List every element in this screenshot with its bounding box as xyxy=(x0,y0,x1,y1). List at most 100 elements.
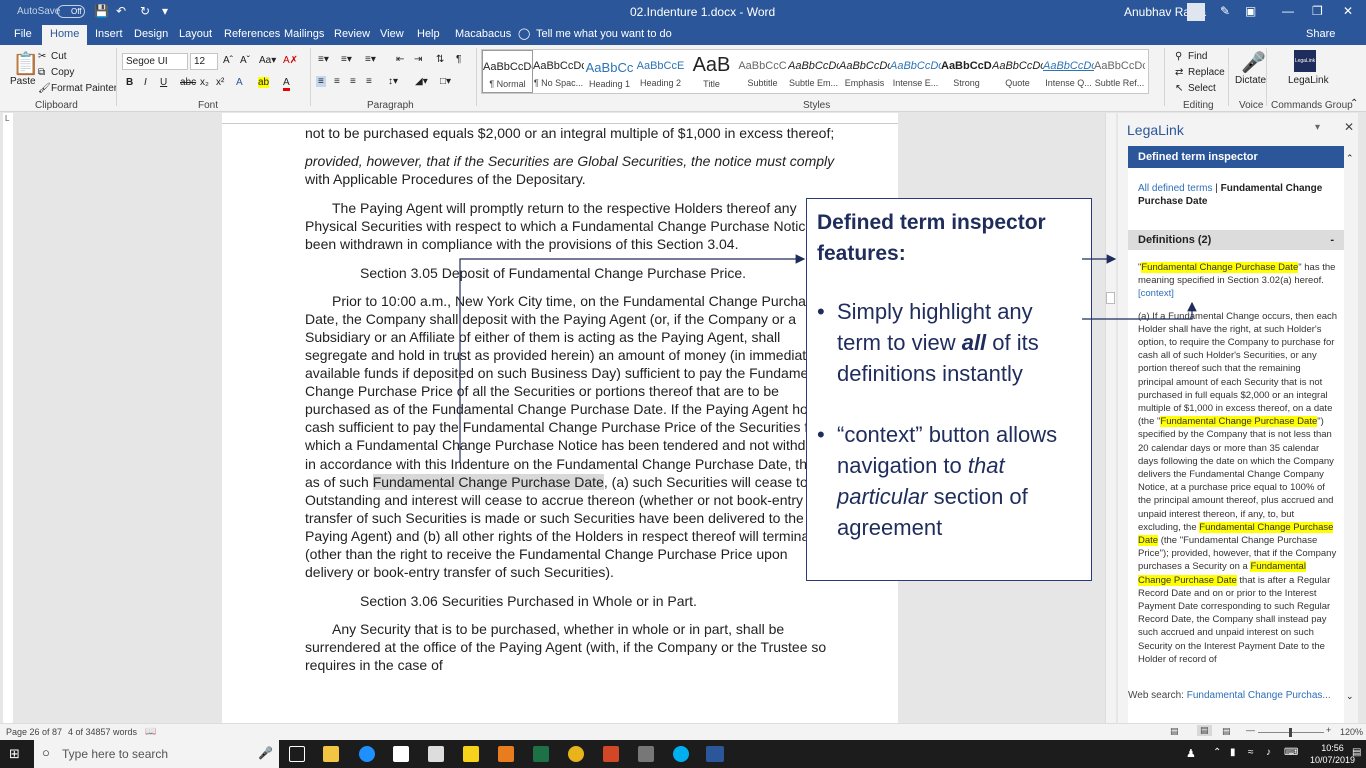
tray-chevron-icon[interactable]: ⌃ xyxy=(1213,747,1221,758)
style-title[interactable]: AaB Title xyxy=(686,50,737,93)
pen-icon[interactable]: ✎ xyxy=(1220,4,1230,18)
sort-icon[interactable]: ⇅ xyxy=(436,54,444,65)
zoom-out-icon[interactable]: — xyxy=(1246,725,1255,735)
pane-options-icon[interactable]: ▾ xyxy=(1315,122,1320,133)
style-strong[interactable]: AaBbCcDcStrong xyxy=(941,50,992,93)
collapse-icon[interactable]: - xyxy=(1330,234,1334,246)
clock[interactable]: 10:56 10/07/2019 xyxy=(1310,742,1355,766)
customize-qat-icon[interactable]: ▾ xyxy=(162,4,168,18)
tab-mailings[interactable]: Mailings xyxy=(284,28,324,40)
font-name-box[interactable]: Segoe UI xyxy=(122,53,188,70)
share-button[interactable]: Share xyxy=(1306,28,1335,40)
style-subtle-emphasis[interactable]: AaBbCcDc Subtle Em... xyxy=(788,50,839,93)
proofing-icon[interactable]: 📖 xyxy=(145,726,156,737)
tell-me-box[interactable]: Tell me what you want to do xyxy=(536,28,672,40)
copy-icon[interactable]: ⧉ xyxy=(38,67,45,78)
subscript-icon[interactable]: x₂ xyxy=(200,77,209,88)
align-right-icon[interactable]: ≡ xyxy=(350,76,356,87)
replace-button[interactable]: Replace xyxy=(1188,67,1225,78)
tab-macabacus[interactable]: Macabacus xyxy=(455,28,511,40)
notifications-icon[interactable]: ▤ xyxy=(1352,747,1361,758)
font-color-icon[interactable]: A xyxy=(283,77,290,91)
paste-button[interactable]: Paste xyxy=(10,76,36,87)
bold-icon[interactable]: B xyxy=(126,77,133,88)
italic-icon[interactable]: I xyxy=(144,77,147,88)
legalink-button[interactable]: LegaLink xyxy=(1288,75,1329,86)
all-defined-terms-link[interactable]: All defined terms xyxy=(1138,183,1212,194)
change-case-icon[interactable]: Aa▾ xyxy=(259,55,276,66)
zoom-in-icon[interactable]: + xyxy=(1326,725,1331,735)
superscript-icon[interactable]: x² xyxy=(216,77,224,88)
style-emphasis[interactable]: AaBbCcDc Emphasis xyxy=(839,50,890,93)
read-mode-icon[interactable]: ▤ xyxy=(1170,726,1179,737)
style-subtitle[interactable]: AaBbCcC Subtitle xyxy=(737,50,788,93)
wifi-icon[interactable]: ≈ xyxy=(1248,747,1254,758)
app-icon[interactable] xyxy=(638,746,654,762)
horizontal-ruler[interactable] xyxy=(222,113,898,124)
collapse-ribbon-icon[interactable]: ⌃ xyxy=(1350,98,1358,109)
replace-icon[interactable]: ⇄ xyxy=(1175,67,1183,78)
ribbon-display-icon[interactable]: ▣ xyxy=(1245,4,1256,18)
style-no-spacing[interactable]: AaBbCcDc ¶ No Spac... xyxy=(533,50,584,93)
copy-button[interactable]: Copy xyxy=(51,67,74,78)
definitions-header[interactable]: Definitions (2) - xyxy=(1128,230,1344,250)
web-layout-icon[interactable]: ▤ xyxy=(1222,726,1231,737)
print-layout-icon[interactable]: ▤ xyxy=(1197,725,1212,736)
close-button[interactable]: ✕ xyxy=(1343,4,1353,18)
format-painter-icon[interactable]: 🖌 xyxy=(38,83,51,94)
grow-font-icon[interactable]: Aˆ xyxy=(223,55,233,66)
legalink-logo-icon[interactable]: LegaLink xyxy=(1294,50,1316,72)
style-intense-quote[interactable]: AaBbCcDc Intense Q... xyxy=(1043,50,1094,93)
highlight-color-icon[interactable]: ab xyxy=(258,77,270,88)
people-icon[interactable]: ♟ xyxy=(1186,747,1196,760)
word-count[interactable]: 4 of 34857 words xyxy=(68,727,137,737)
word-icon[interactable] xyxy=(706,746,724,762)
undo-icon[interactable]: ↶ xyxy=(116,4,126,18)
style-heading-2[interactable]: AaBbCcE Heading 2 xyxy=(635,50,686,93)
document-page[interactable]: not to be purchased equals $2,000 or an … xyxy=(222,124,898,724)
tab-review[interactable]: Review xyxy=(334,28,370,40)
text-effects-icon[interactable]: A xyxy=(236,77,243,88)
language-icon[interactable]: ⌨ xyxy=(1284,747,1298,758)
volume-icon[interactable]: ♪ xyxy=(1266,747,1271,758)
justify-icon[interactable]: ≡ xyxy=(366,76,372,87)
tab-file[interactable]: File xyxy=(14,28,32,40)
decrease-indent-icon[interactable]: ⇤ xyxy=(396,54,404,65)
format-painter-button[interactable]: Format Painter xyxy=(51,83,117,94)
bullets-icon[interactable]: ≡▾ xyxy=(318,54,329,65)
align-left-icon[interactable]: ≡ xyxy=(316,76,326,87)
pane-scroll-up-icon[interactable]: ⌃ xyxy=(1346,153,1354,164)
zoom-slider-thumb[interactable] xyxy=(1289,728,1292,737)
tab-design[interactable]: Design xyxy=(134,28,168,40)
style-normal[interactable]: AaBbCcDc ¶ Normal xyxy=(482,50,533,93)
dictate-button[interactable]: Dictate xyxy=(1235,75,1266,86)
cut-icon[interactable]: ✂ xyxy=(38,51,46,62)
shrink-font-icon[interactable]: Aˇ xyxy=(240,55,250,66)
app-icon[interactable] xyxy=(498,746,514,762)
vertical-ruler[interactable] xyxy=(3,113,13,723)
tab-home[interactable]: Home xyxy=(42,25,88,45)
context-link[interactable]: [context] xyxy=(1138,288,1174,299)
show-marks-icon[interactable]: ¶ xyxy=(456,54,461,65)
align-center-icon[interactable]: ≡ xyxy=(334,76,340,87)
mail-icon[interactable] xyxy=(428,746,444,762)
scrollbar-thumb[interactable] xyxy=(1106,292,1115,304)
tab-layout[interactable]: Layout xyxy=(179,28,212,40)
style-subtle-reference[interactable]: AaBbCcDc Subtle Ref... xyxy=(1094,50,1145,93)
shading-icon[interactable]: ◢▾ xyxy=(415,76,428,87)
style-intense-emphasis[interactable]: AaBbCcDc Intense E... xyxy=(890,50,941,93)
battery-icon[interactable]: ▮ xyxy=(1230,747,1236,758)
restore-button[interactable]: ❐ xyxy=(1312,4,1323,18)
borders-icon[interactable]: □▾ xyxy=(440,76,451,87)
select-button[interactable]: Select xyxy=(1188,83,1216,94)
line-spacing-icon[interactable]: ↕▾ xyxy=(388,76,398,87)
powerpoint-icon[interactable] xyxy=(603,746,619,762)
file-explorer-icon[interactable] xyxy=(323,746,339,762)
tab-insert[interactable]: Insert xyxy=(95,28,123,40)
task-view-icon[interactable] xyxy=(289,746,305,762)
zoom-level[interactable]: 120% xyxy=(1340,727,1363,737)
tab-references[interactable]: References xyxy=(224,28,280,40)
clear-format-icon[interactable]: A✗ xyxy=(283,55,298,66)
find-icon[interactable]: ⚲ xyxy=(1175,51,1182,62)
edge-icon[interactable] xyxy=(359,746,375,762)
